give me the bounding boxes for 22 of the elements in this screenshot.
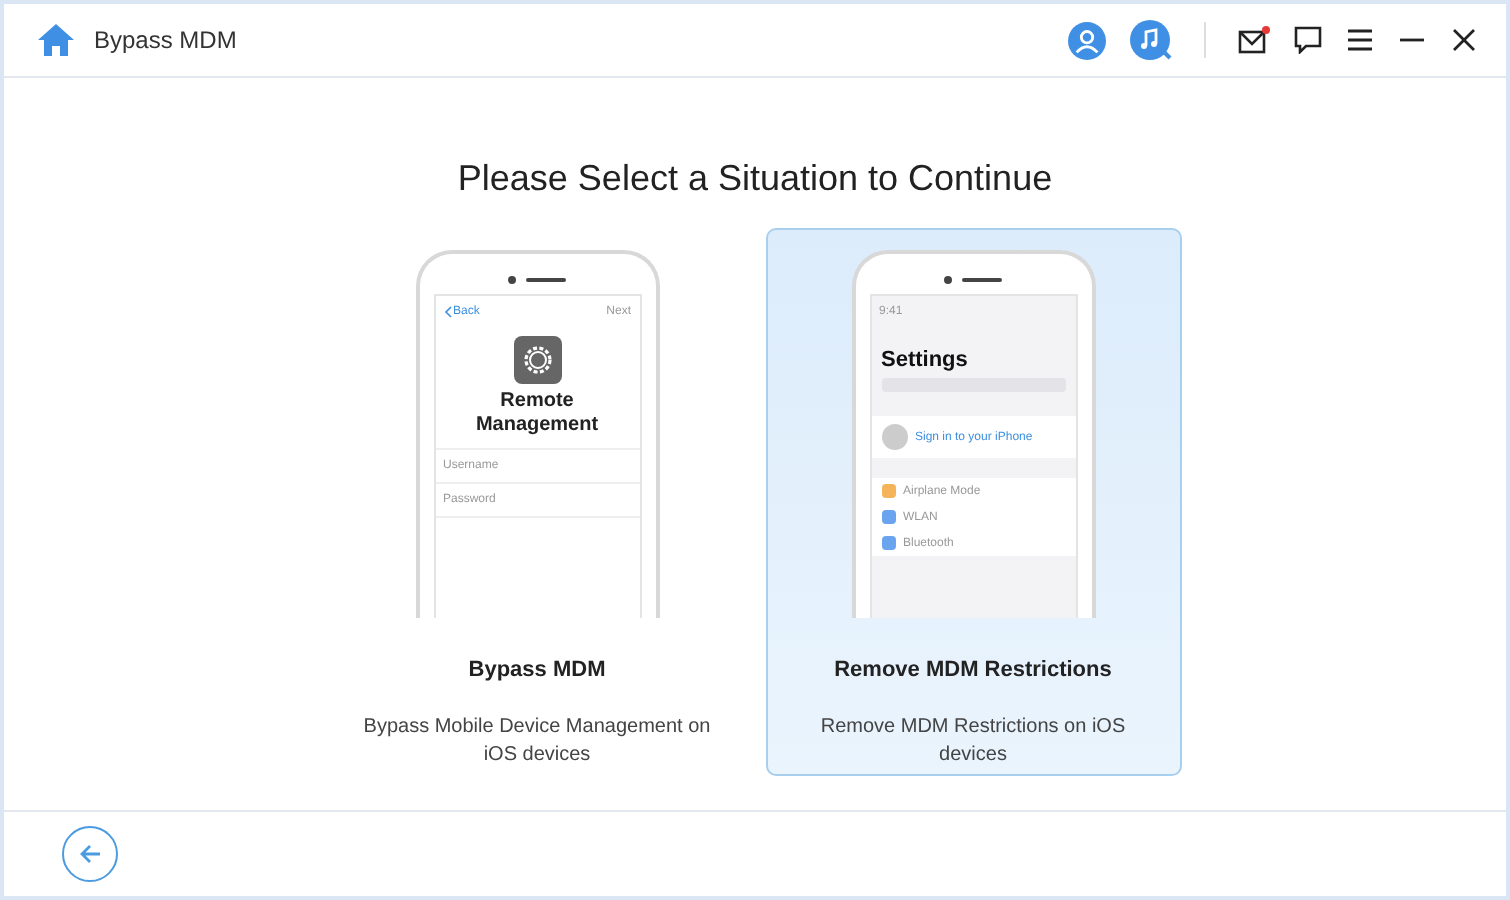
window-title: Bypass MDM — [94, 26, 239, 54]
gear-icon — [513, 336, 561, 384]
screen-title: Remote Management — [473, 390, 601, 438]
page-heading: Please Select a Situation to Continue — [457, 158, 1053, 200]
mail-icon[interactable] — [1238, 26, 1270, 54]
close-icon[interactable] — [1450, 26, 1478, 54]
option-title: Bypass MDM — [468, 658, 606, 682]
option-description: Bypass Mobile Device Management on iOS devices — [361, 714, 713, 770]
option-title: Remove MDM Restrictions — [834, 658, 1112, 682]
speaker-icon — [943, 276, 1003, 284]
back-arrow-icon — [78, 842, 102, 866]
speaker-icon — [507, 276, 567, 284]
user-icon[interactable] — [1068, 21, 1106, 59]
home-icon[interactable] — [36, 22, 76, 58]
chat-icon[interactable] — [1294, 26, 1322, 54]
screen-title: Settings — [879, 346, 970, 376]
chevron-left-icon — [443, 306, 451, 318]
avatar-icon — [881, 424, 907, 450]
back-button[interactable] — [62, 826, 118, 882]
music-search-icon[interactable] — [1130, 20, 1172, 60]
option-description: Remove MDM Restrictions on iOS devices — [818, 714, 1128, 770]
menu-icon[interactable] — [1346, 28, 1374, 52]
